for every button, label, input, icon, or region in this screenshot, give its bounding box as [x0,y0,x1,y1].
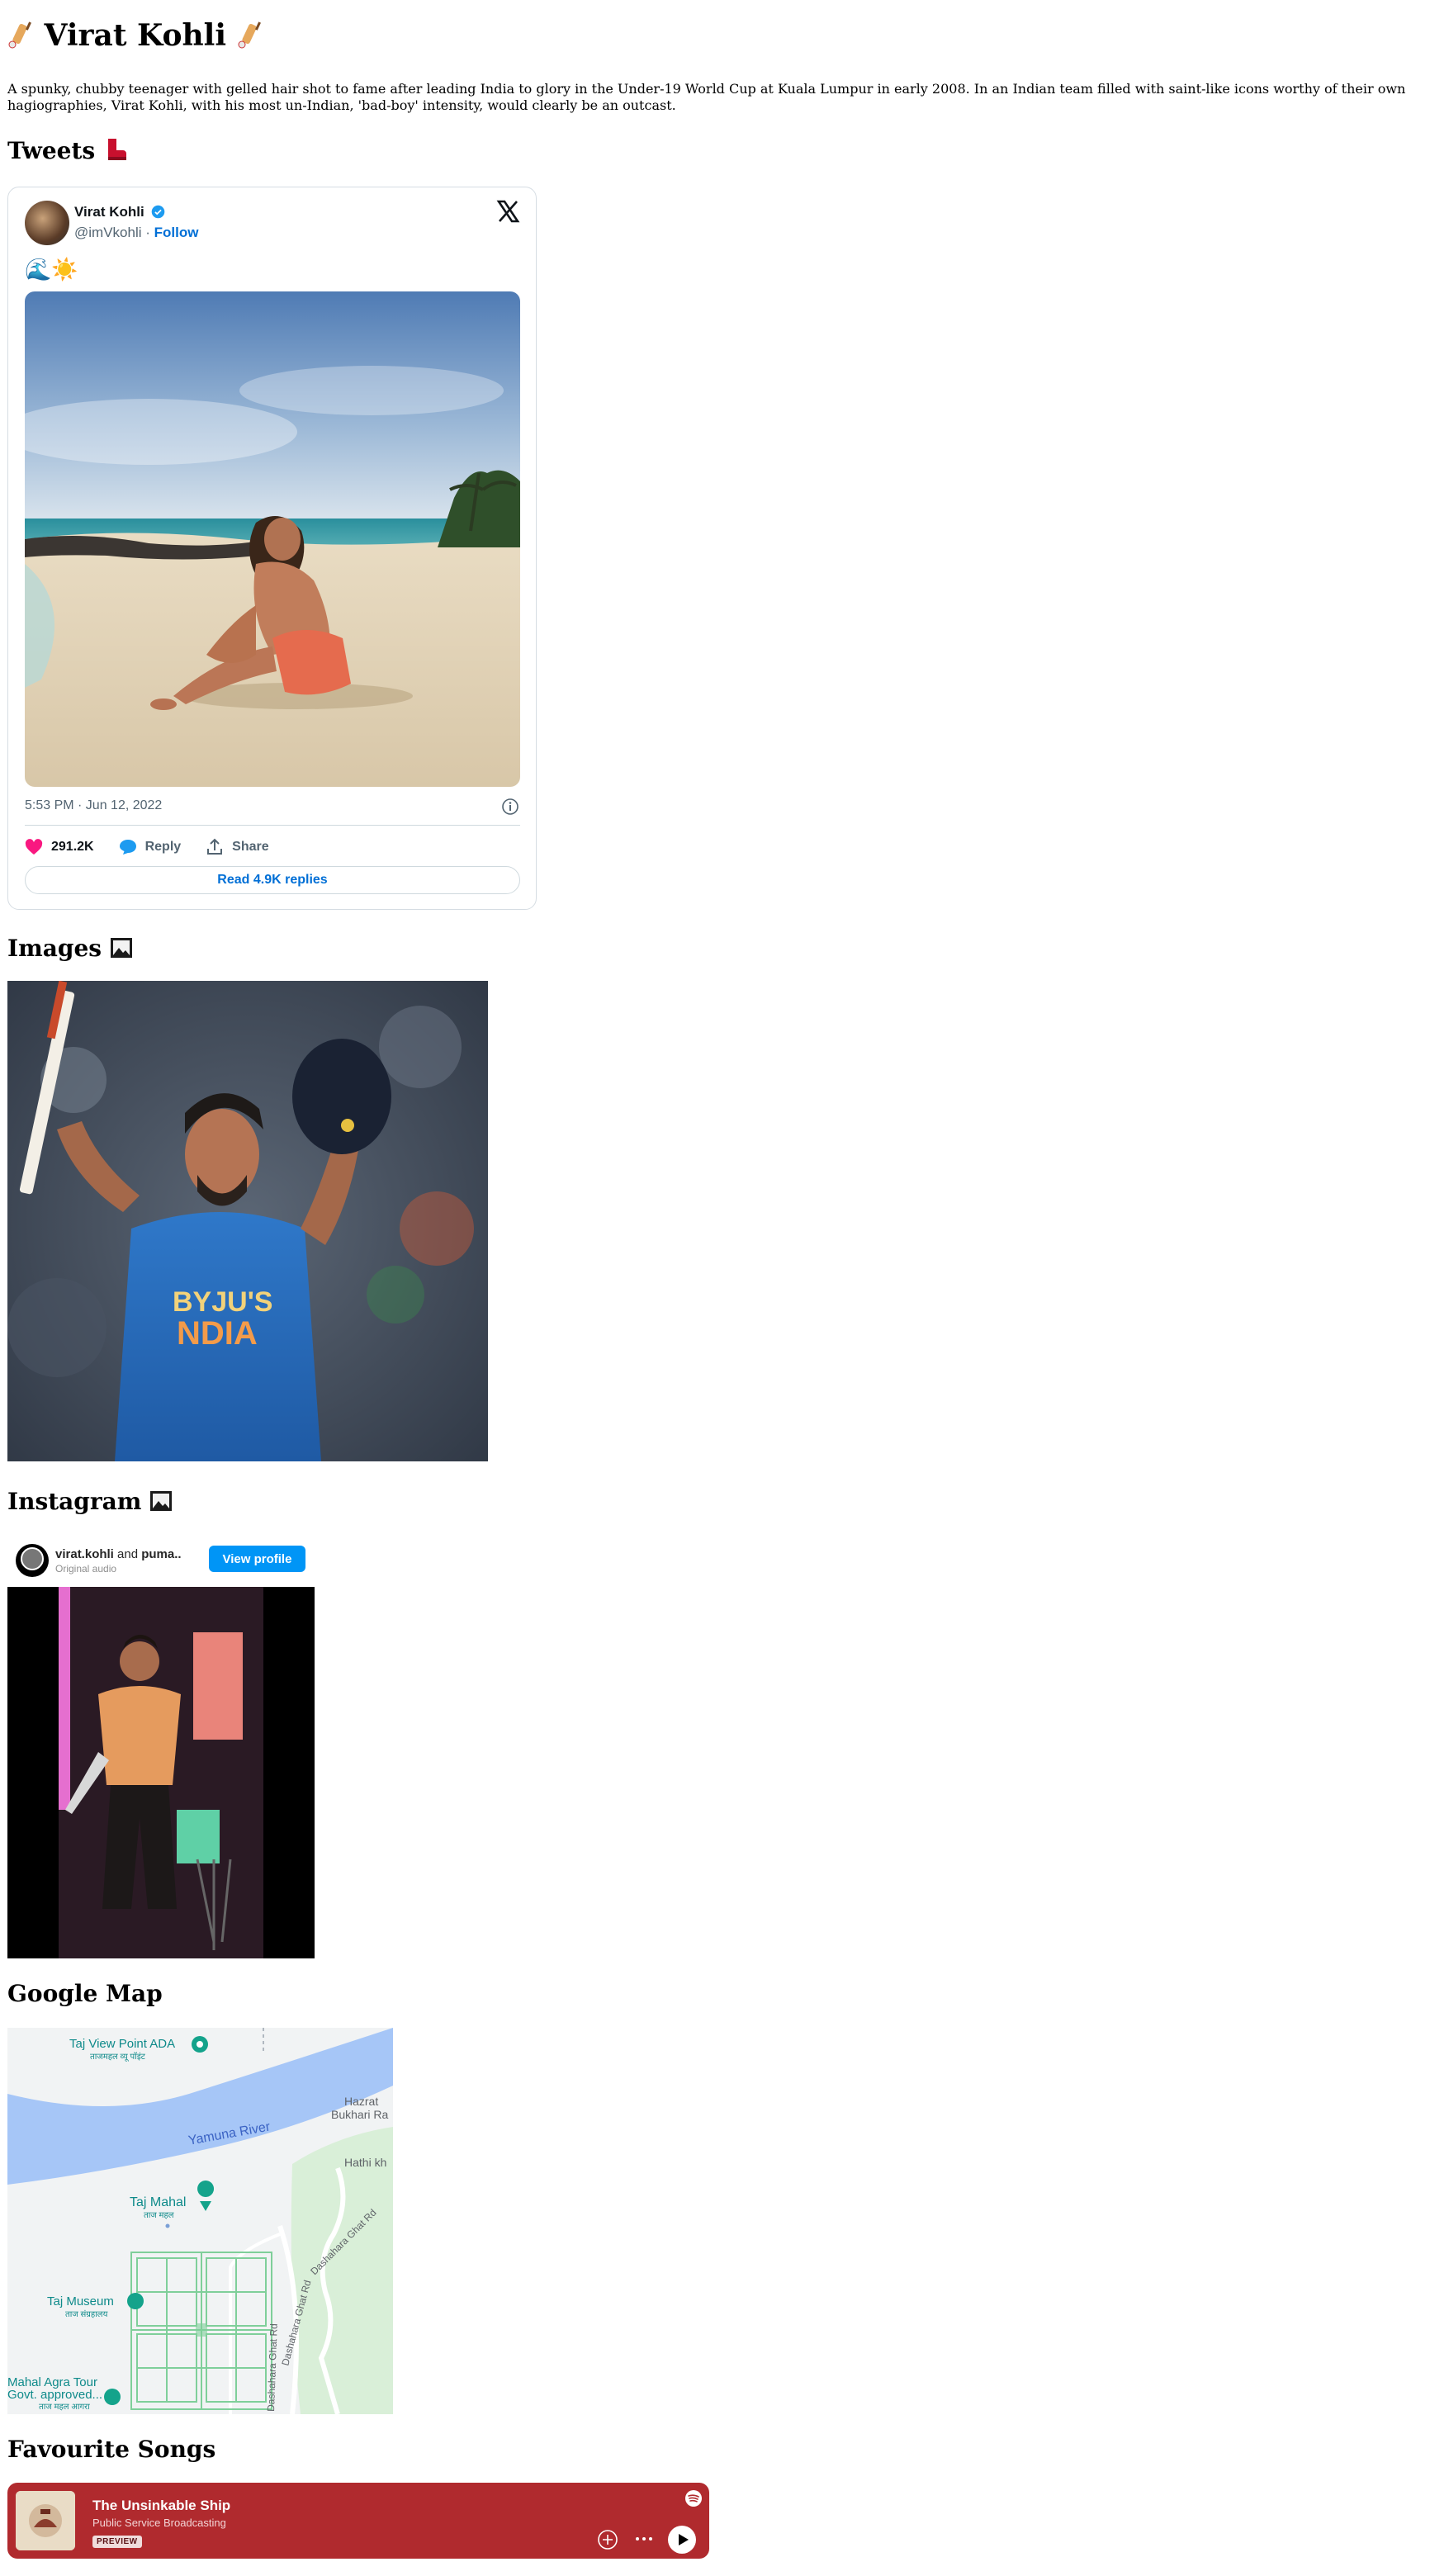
map-label-hazrat: Hazrat [344,2095,378,2108]
map-label-taj-mahal[interactable]: Taj Mahal [130,2195,186,2209]
add-to-library-icon[interactable] [597,2529,618,2550]
like-count: 291.2K [51,840,94,854]
tweet-divider [25,825,520,826]
images-heading: Images [7,935,133,962]
map-label-agra-tour-2[interactable]: Govt. approved... [7,2388,102,2402]
map-label-agra-tour-hi: ताज महल आगरा [39,2403,90,2412]
songs-heading: Favourite Songs [7,2436,216,2463]
svg-text:NDIA: NDIA [177,1315,258,1352]
map-label-taj-museum[interactable]: Taj Museum [47,2294,114,2308]
spotify-logo-icon[interactable] [684,2489,703,2507]
tweets-heading-text: Tweets [7,137,96,164]
x-logo-icon[interactable] [495,199,520,224]
instagram-video-frame[interactable] [7,1587,315,1958]
reply-button[interactable]: Reply [119,839,182,855]
info-icon[interactable] [501,798,519,816]
reply-label: Reply [144,840,182,854]
instagram-embed[interactable]: virat.kohli and puma.. Original audio Vi… [7,1532,315,1958]
reply-bubble-icon [119,840,136,855]
instagram-accounts[interactable]: virat.kohli and puma.. [55,1547,182,1561]
embedded-tweet[interactable]: Virat Kohli @imVkohli · Follow 🌊☀️ 5:53 … [7,187,537,910]
map-label-taj-mahal-hi: ताज महल [144,2211,174,2220]
tweet-author-name-row[interactable]: Virat Kohli [74,204,165,220]
map-label-taj-museum-hi: ताज संग्रहालय [65,2309,108,2319]
like-button[interactable]: 291.2K [25,839,94,855]
map-canvas[interactable]: Taj View Point ADA ताजमहल व्यू पॉइंट Yam… [7,2028,393,2414]
cricket-bat-icon [8,21,31,49]
cricket-bat-icon [238,21,261,49]
song-artist[interactable]: Public Service Broadcasting [92,2517,226,2529]
framed-picture-icon [150,1491,173,1511]
instagram-heading-text: Instagram [7,1488,142,1515]
tweet-photo[interactable] [25,291,520,787]
instagram-heading: Instagram [7,1488,173,1515]
read-replies-button[interactable]: Read 4.9K replies [25,866,520,894]
instagram-collab-avatar[interactable] [21,1547,44,1570]
tweet-actions: 291.2K Reply Share [25,835,269,859]
page-title-text: Virat Kohli [44,18,227,53]
verified-badge-icon [152,205,165,219]
tweet-handle-separator: · [141,225,154,240]
kohli-celebration-image: BYJU'S NDIA [7,981,488,1461]
album-cover[interactable] [16,2491,75,2550]
tweet-handle[interactable]: @imVkohli [74,225,142,240]
intro-paragraph: A spunky, chubby teenager with gelled ha… [7,81,1406,113]
tweet-author-name[interactable]: Virat Kohli [74,204,144,220]
images-heading-text: Images [7,935,102,962]
play-icon[interactable] [668,2526,696,2554]
page-title: Virat Kohli [7,18,263,53]
follow-link[interactable]: Follow [154,225,199,240]
instagram-audio[interactable]: Original audio [55,1563,116,1574]
instagram-account[interactable]: virat.kohli [55,1547,114,1561]
view-profile-button[interactable]: View profile [209,1546,305,1572]
share-button[interactable]: Share [206,838,269,856]
map-label-taj-view-point-hi: ताजमहल व्यू पॉइंट [90,2052,146,2062]
tweet-timestamp[interactable]: 5:53 PM · Jun 12, 2022 [25,798,162,813]
share-icon [207,838,223,855]
boot-icon [107,139,126,160]
framed-picture-icon [110,938,132,958]
share-label: Share [232,840,269,854]
more-options-icon[interactable] [633,2530,655,2548]
spotify-embed[interactable]: The Unsinkable Ship Public Service Broad… [7,2483,709,2559]
map-heading: Google Map [7,1980,163,2007]
map-label-taj-view-point[interactable]: Taj View Point ADA [69,2037,175,2051]
album-art [16,2491,75,2550]
tweets-heading: Tweets [7,137,128,164]
tweet-author-avatar[interactable] [25,201,69,245]
heart-icon [25,839,43,855]
tweet-handle-row: @imVkohli · Follow [74,225,198,241]
celebration-photo: BYJU'S NDIA [7,981,488,1461]
svg-text:BYJU'S: BYJU'S [173,1286,272,1318]
song-title[interactable]: The Unsinkable Ship [92,2498,230,2514]
instagram-video[interactable] [7,1587,315,1958]
instagram-and: and [113,1547,142,1561]
instagram-collab[interactable]: puma.. [141,1547,181,1561]
beach-photo[interactable] [25,291,520,787]
map-label-hathi: Hathi kh [344,2156,386,2169]
preview-badge: PREVIEW [92,2536,142,2548]
google-map[interactable]: Taj View Point ADA ताजमहल व्यू पॉइंट Yam… [7,2028,393,2414]
tweet-text: 🌊☀️ [25,257,78,282]
map-label-bukhari: Bukhari Ra [331,2108,388,2121]
